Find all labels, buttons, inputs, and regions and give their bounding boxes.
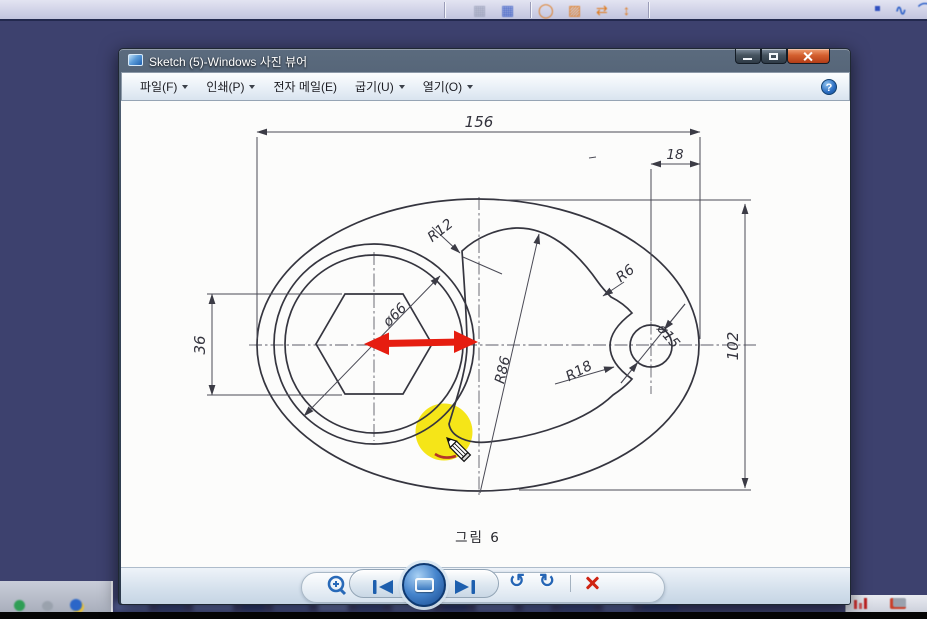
chevron-down-icon [249,85,255,89]
kidney-slot [449,228,632,442]
launcher-green-icon[interactable] [14,600,25,611]
help-icon[interactable]: ? [821,79,837,95]
slideshow-icon [415,578,434,592]
menu-print-label: 인쇄(P) [206,78,244,95]
red-double-arrow [364,331,478,356]
rotate-ccw-icon[interactable]: ↺ [509,570,525,593]
technical-drawing: 156 18 102 36 R12 R6 R86 R18 ø66 ø15 그림 … [121,101,850,567]
photo-canvas: 156 18 102 36 R12 R6 R86 R18 ø66 ø15 그림 … [121,101,850,567]
menu-file-label: 파일(F) [140,78,177,95]
menubar: 파일(F) 인쇄(P) 전자 메일(E) 굽기(U) 열기(O) ? [121,72,850,101]
chevron-down-icon [399,85,405,89]
dim-36-label: 36 [191,335,209,354]
menu-email-label: 전자 메일(E) [273,78,337,95]
dim-d66-label: ø66 [379,300,410,331]
menu-print[interactable]: 인쇄(P) [206,78,255,95]
cad-toolbar: ▦ ▦ ◯ ▨ ⇄ ↕ ∿ ⌒ [0,0,927,21]
constraint-box-icon[interactable]: ⇄ [596,1,608,19]
launcher-blue-icon[interactable] [70,599,82,611]
toolbar-separator [570,575,571,592]
spline-icon[interactable]: ∿ [895,1,907,19]
minimize-button[interactable] [735,49,761,64]
slideshow-button[interactable] [402,563,446,607]
histogram-icon [864,598,867,609]
menu-burn-label: 굽기(U) [355,78,394,95]
dim-102-label: 102 [724,332,742,361]
menu-open-label: 열기(O) [423,78,462,95]
dim-18-label: 18 [666,147,683,163]
circle-sketch-icon[interactable]: ◯ [538,1,554,19]
toolbar-grip [444,2,445,18]
dim-r86-label: R86 [492,355,514,386]
menu-file[interactable]: 파일(F) [140,78,188,95]
rotate-cw-icon[interactable]: ↻ [539,570,555,593]
snap-grid-icon[interactable]: ▦ [501,1,514,19]
chevron-down-icon [467,85,473,89]
histogram-icon[interactable] [854,600,857,609]
viewer-toolbar: ↺ ↻ [121,567,850,604]
menu-email[interactable]: 전자 메일(E) [273,78,337,95]
toolbar-separator [530,2,531,18]
window-title: Sketch (5)-Windows 사진 뷰어 [149,53,307,70]
toolbar-separator [648,2,649,18]
screen-bottom-bar [0,612,927,619]
maximize-button[interactable] [761,49,787,64]
dot-icon[interactable] [875,6,880,11]
delete-icon[interactable] [584,575,600,591]
menu-burn[interactable]: 굽기(U) [355,78,405,95]
dimension-icon[interactable]: ↕ [623,1,630,19]
dim-r12-label: R12 [425,216,457,246]
cad-status-panel [845,595,927,612]
hatch-icon[interactable]: ▨ [568,1,581,19]
next-icon[interactable] [443,576,483,598]
centerlines [249,197,756,498]
arc-icon[interactable]: ⌒ [918,1,927,19]
grid-3d-icon[interactable]: ▦ [473,1,486,19]
close-button[interactable] [787,49,830,64]
chevron-down-icon [182,85,188,89]
menu-open[interactable]: 열기(O) [423,78,473,95]
dim-r18-label: R18 [563,358,595,385]
desktop: ▦ ▦ ◯ ▨ ⇄ ↕ ∿ ⌒ Sketch (5)-Windows 사진 뷰어 [0,0,927,619]
launcher-gray-icon[interactable] [42,601,53,611]
app-icon [128,54,143,66]
camera-icon[interactable] [890,598,906,609]
figure-caption: 그림 6 [455,530,501,546]
dim-r6-label: R6 [613,262,638,286]
titlebar[interactable]: Sketch (5)-Windows 사진 뷰어 [119,49,850,72]
histogram-icon [859,603,862,609]
dim-156-label: 156 [465,113,494,131]
photo-viewer-window: Sketch (5)-Windows 사진 뷰어 파일(F) 인쇄(P) 전자 … [118,48,851,605]
previous-icon[interactable] [365,576,405,598]
